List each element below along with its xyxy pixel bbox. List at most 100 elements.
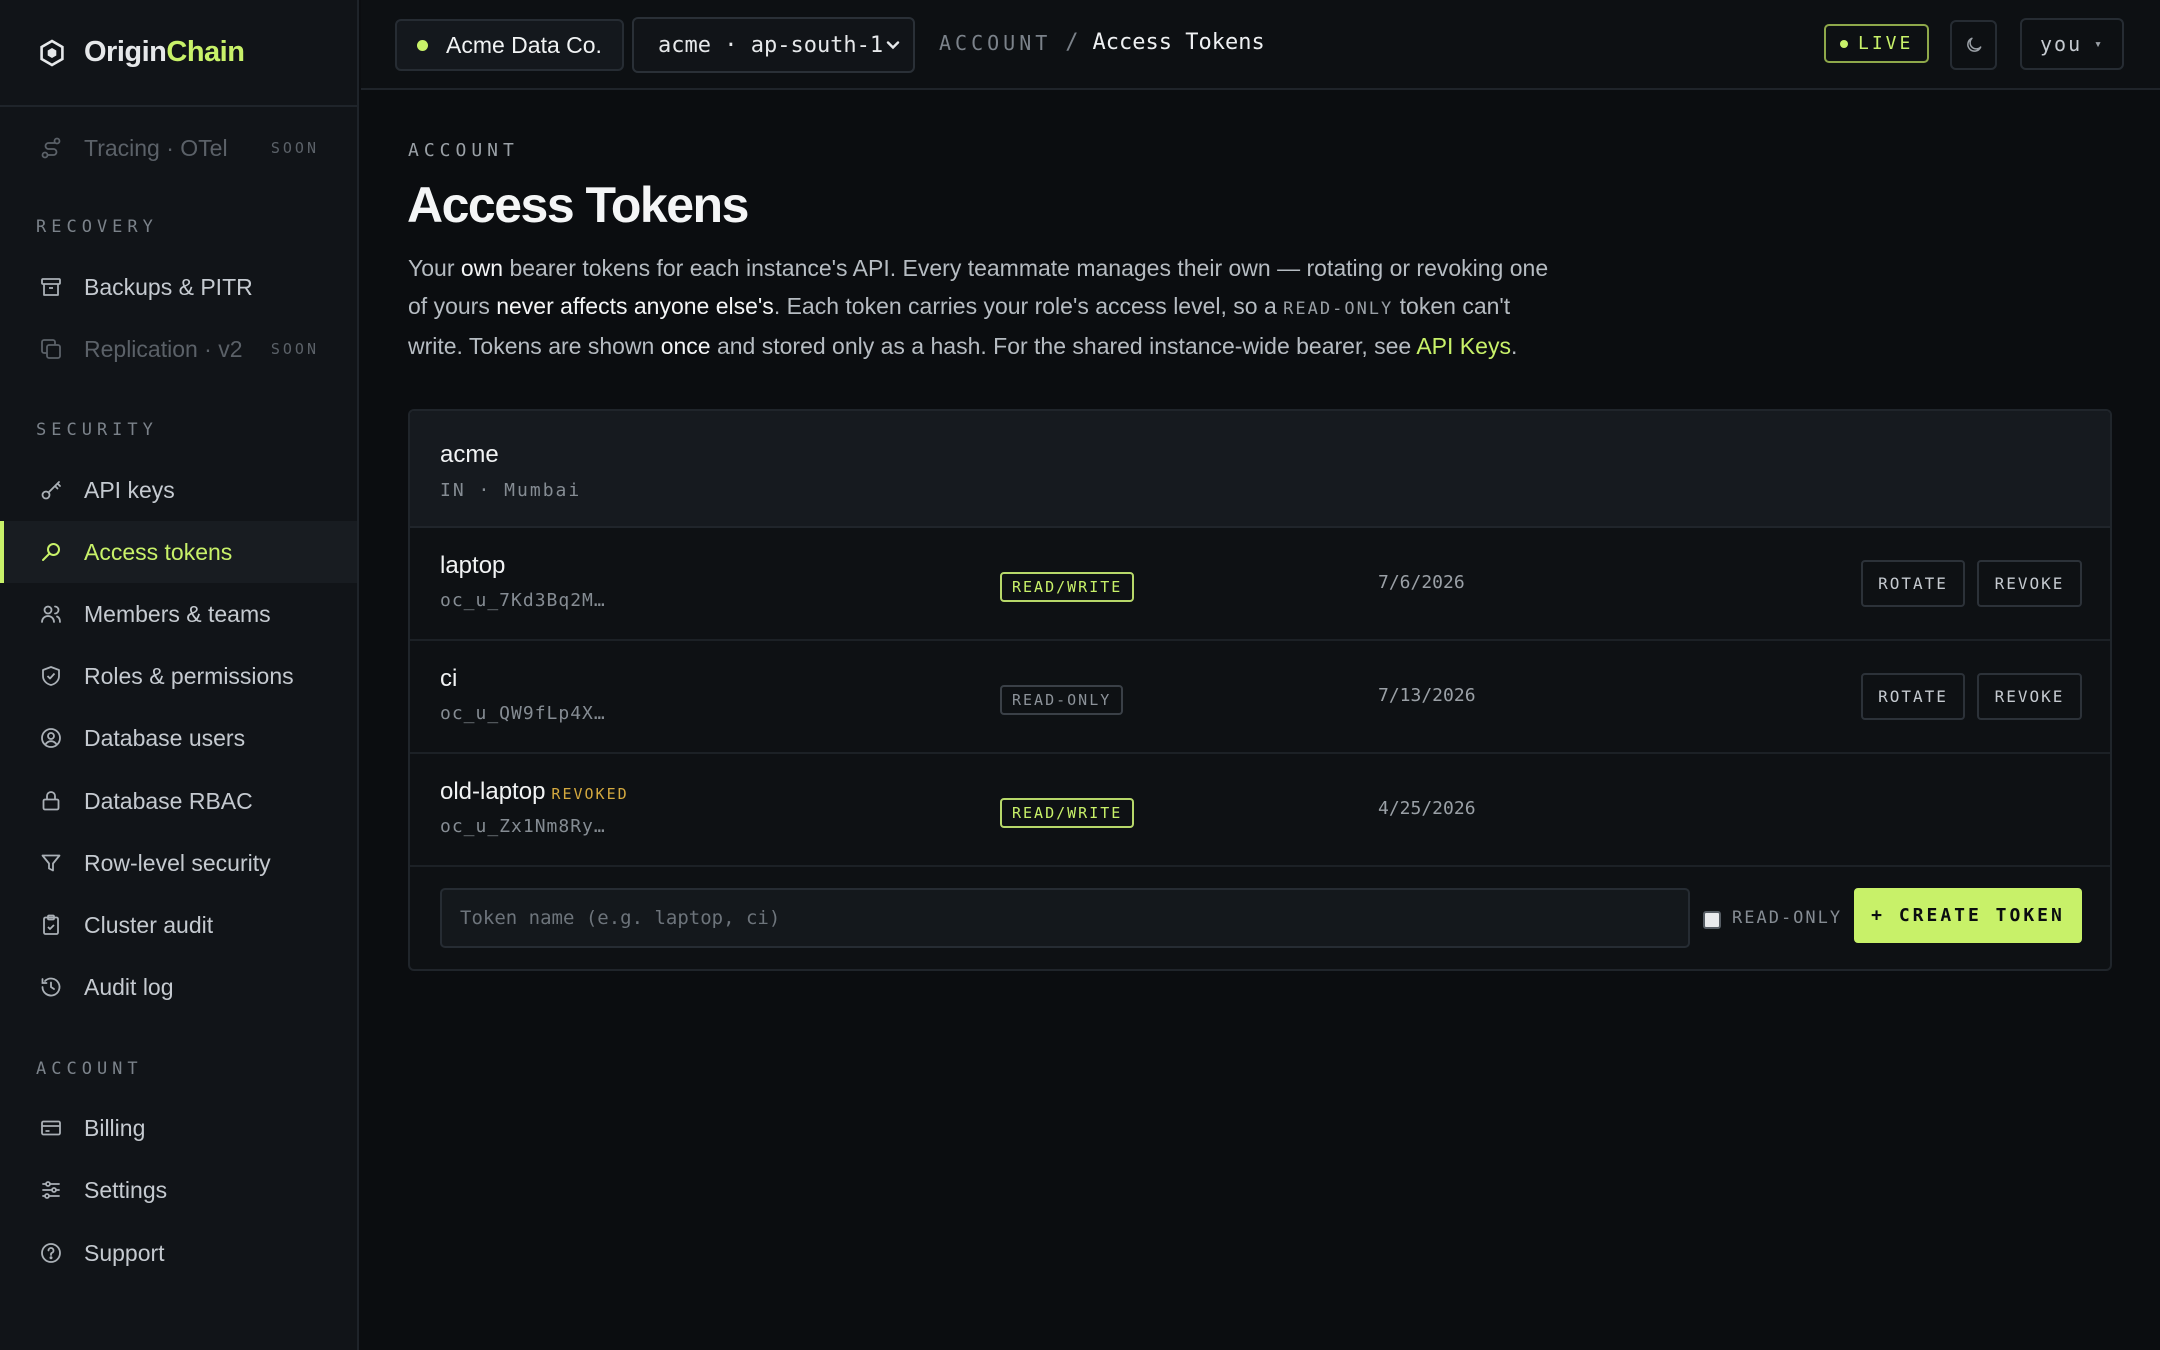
read-only-tag: READ-ONLY: [1283, 298, 1394, 319]
sidebar-item-label: Audit log: [84, 973, 174, 1000]
breadcrumb-separator: /: [1065, 30, 1079, 55]
sidebar-item-api-keys[interactable]: API keys: [0, 459, 357, 521]
sidebar-item-label: Roles & permissions: [84, 662, 294, 689]
clipboard-icon: [38, 912, 64, 938]
sidebar-item-billing[interactable]: Billing: [0, 1097, 357, 1159]
sidebar-item-label: Tracing · OTel: [84, 134, 228, 161]
sidebar-item-backups[interactable]: Backups & PITR: [0, 256, 357, 318]
soon-badge: SOON: [270, 340, 319, 358]
breadcrumb-current: Access Tokens: [1092, 30, 1265, 55]
sidebar-item-replication: Replication · v2 SOON: [0, 318, 357, 380]
api-keys-link[interactable]: API Keys: [1416, 333, 1511, 359]
sidebar-item-database-users[interactable]: Database users: [0, 707, 357, 769]
sidebar-section-recovery: RECOVERY: [36, 217, 158, 237]
token-name-input[interactable]: [440, 888, 1690, 948]
rotate-button[interactable]: ROTATE: [1861, 560, 1965, 607]
status-dot: [417, 39, 428, 51]
tokens-card: acme IN · Mumbai laptop oc_u_7Kd3Bq2M… R…: [408, 409, 2112, 971]
sidebar-item-settings[interactable]: Settings: [0, 1159, 357, 1221]
org-switcher[interactable]: Acme Data Co.: [395, 19, 624, 71]
user-circle-icon: [38, 725, 64, 751]
token-prefix: oc_u_Zx1Nm8Ry…: [440, 816, 606, 837]
search-key-icon: [38, 539, 64, 565]
lock-icon: [38, 788, 64, 814]
create-token-button[interactable]: + CREATE TOKEN: [1854, 888, 2082, 943]
sidebar-item-members[interactable]: Members & teams: [0, 583, 357, 645]
theme-toggle-button[interactable]: [1950, 20, 1997, 70]
live-label: LIVE: [1858, 33, 1914, 54]
archive-icon: [38, 274, 64, 300]
sidebar-section-security: SECURITY: [36, 420, 158, 440]
token-date: 7/13/2026: [1378, 685, 1476, 706]
page-title: Access Tokens: [407, 177, 749, 233]
revoke-button[interactable]: REVOKE: [1977, 560, 2082, 607]
sidebar-section-account: ACCOUNT: [36, 1059, 143, 1079]
revoke-button[interactable]: REVOKE: [1977, 673, 2082, 720]
soon-badge: SOON: [270, 139, 319, 157]
card-icon: [38, 1115, 64, 1141]
create-token-form: READ-ONLY + CREATE TOKEN: [410, 868, 2110, 969]
token-prefix: oc_u_QW9fLp4X…: [440, 703, 606, 724]
sidebar-item-label: Row-level security: [84, 849, 271, 876]
sidebar-item-label: Database RBAC: [84, 787, 253, 814]
token-name: laptop: [440, 552, 506, 579]
history-icon: [38, 974, 64, 1000]
sidebar-item-label: Replication · v2: [84, 335, 243, 362]
token-prefix: oc_u_7Kd3Bq2M…: [440, 590, 606, 611]
rotate-button[interactable]: ROTATE: [1861, 673, 1965, 720]
sidebar-item-label: Settings: [84, 1176, 168, 1203]
sidebar-item-support[interactable]: Support: [0, 1222, 357, 1284]
read-only-label[interactable]: READ-ONLY: [1732, 908, 1842, 928]
shield-icon: [38, 663, 64, 689]
brand-name: OriginChain: [84, 36, 245, 68]
instance-header: acme IN · Mumbai: [410, 411, 2110, 528]
token-date: 4/25/2026: [1378, 798, 1476, 819]
org-name: Acme Data Co.: [446, 31, 602, 58]
instance-select[interactable]: acme · ap-south-1: [632, 17, 915, 73]
caret-down-icon: ▾: [2094, 36, 2104, 52]
table-row: laptop oc_u_7Kd3Bq2M… READ/WRITE 7/6/202…: [410, 528, 2110, 641]
sidebar-item-cluster-audit[interactable]: Cluster audit: [0, 894, 357, 956]
table-row: ci oc_u_QW9fLp4X… READ-ONLY 7/13/2026 RO…: [410, 641, 2110, 754]
sidebar-item-label: Access tokens: [84, 538, 233, 565]
topbar: Acme Data Co. acme · ap-south-1 ACCOUNT …: [361, 0, 2160, 90]
user-menu-button[interactable]: you ▾: [2020, 18, 2124, 70]
sidebar-item-audit-log[interactable]: Audit log: [0, 956, 357, 1018]
revoked-badge: REVOKED: [551, 785, 629, 803]
token-date: 7/6/2026: [1378, 572, 1465, 593]
sidebar-item-database-rbac[interactable]: Database RBAC: [0, 770, 357, 832]
sidebar-item-tracing: Tracing · OTel SOON: [0, 117, 357, 179]
read-only-checkbox[interactable]: [1703, 911, 1721, 929]
brand[interactable]: OriginChain: [0, 0, 357, 107]
breadcrumb-section[interactable]: ACCOUNT: [939, 31, 1051, 55]
token-name: old-laptop REVOKED: [440, 778, 629, 805]
access-badge: READ/WRITE: [1000, 572, 1135, 602]
token-name: ci: [440, 665, 458, 692]
instance-select-value: acme · ap-south-1: [658, 32, 884, 58]
chevron-down-icon: [886, 41, 900, 50]
filter-icon: [38, 850, 64, 876]
instance-location: IN · Mumbai: [440, 480, 582, 501]
sidebar-item-label: Billing: [84, 1114, 146, 1141]
breadcrumb: ACCOUNT / Access Tokens: [939, 30, 1265, 55]
key-icon: [38, 477, 64, 503]
page-eyebrow: ACCOUNT: [408, 140, 519, 161]
access-badge: READ-ONLY: [1000, 685, 1124, 715]
page-description: Your own bearer tokens for each instance…: [408, 255, 1549, 359]
live-dot: [1840, 39, 1848, 48]
access-badge: READ/WRITE: [1000, 798, 1135, 828]
sidebar-item-access-tokens[interactable]: Access tokens: [0, 521, 357, 583]
instance-name: acme: [440, 441, 499, 468]
sidebar-item-roles[interactable]: Roles & permissions: [0, 645, 357, 707]
logo-hexagon-icon: [40, 38, 64, 67]
help-icon: [38, 1240, 64, 1266]
sidebar: OriginChain Tracing · OTel SOON RECOVERY…: [0, 0, 359, 1350]
table-row: old-laptop REVOKED oc_u_Zx1Nm8Ry… READ/WR…: [410, 754, 2110, 867]
sliders-icon: [38, 1177, 64, 1203]
live-badge: LIVE: [1824, 24, 1930, 63]
replication-icon: [38, 336, 64, 362]
moon-icon: [1966, 37, 1981, 52]
sidebar-item-row-level-security[interactable]: Row-level security: [0, 832, 357, 894]
user-name: you: [2040, 32, 2083, 56]
sidebar-item-label: Support: [84, 1239, 165, 1266]
